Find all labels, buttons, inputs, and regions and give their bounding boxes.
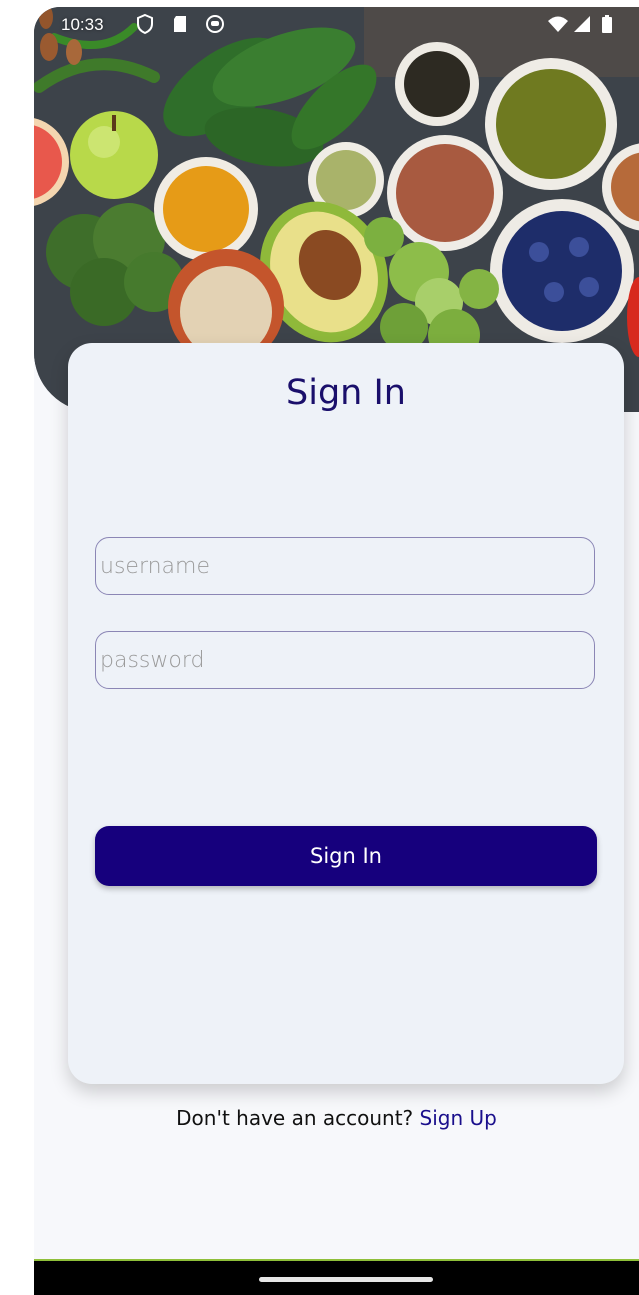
status-bar: 10:33 [34, 7, 639, 45]
sign-up-link[interactable]: Sign Up [420, 1106, 497, 1130]
app-screen: 10:33 Sign In Sign In Don't have an acco… [34, 7, 639, 1295]
circle-app-icon [206, 15, 224, 33]
page-title: Sign In [286, 373, 406, 413]
username-input[interactable] [95, 537, 595, 595]
signal-icon [574, 16, 590, 32]
navigation-bar [34, 1259, 639, 1295]
signup-prompt: Don't have an account? Sign Up [34, 1106, 639, 1130]
signup-prompt-text: Don't have an account? [176, 1106, 420, 1130]
battery-icon [602, 15, 612, 33]
sign-in-button[interactable]: Sign In [95, 826, 597, 886]
password-input[interactable] [95, 631, 595, 689]
wifi-icon [548, 16, 568, 32]
status-time: 10:33 [61, 15, 104, 34]
sign-in-card: Sign In Sign In [68, 343, 624, 1084]
home-gesture-handle[interactable] [259, 1277, 433, 1282]
shield-icon [137, 13, 153, 35]
sd-card-icon [174, 16, 186, 32]
